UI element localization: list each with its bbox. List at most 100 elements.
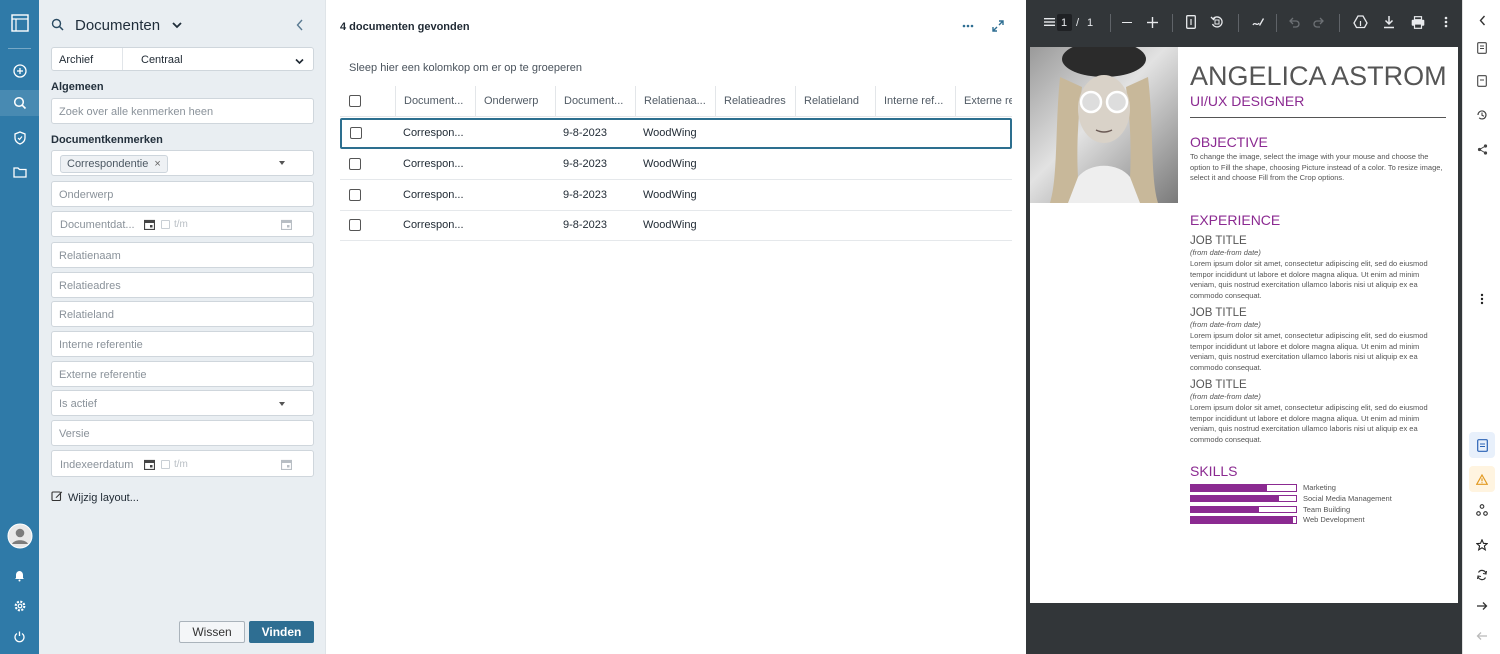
search-icon[interactable] bbox=[0, 90, 39, 116]
index-date-range[interactable]: Indexeerdatum t/m bbox=[51, 450, 314, 477]
column-header[interactable]: Document... bbox=[555, 86, 635, 117]
warning-icon[interactable] bbox=[1469, 466, 1495, 492]
job-description: Lorem ipsum dolor sit amet, consectetur … bbox=[1190, 331, 1428, 372]
skill-bar-fill bbox=[1191, 495, 1280, 502]
cell-document-type: Correspon... bbox=[403, 219, 464, 231]
more-vertical-icon[interactable] bbox=[1463, 286, 1500, 312]
range-checkbox[interactable] bbox=[161, 220, 170, 229]
column-header[interactable]: Interne ref... bbox=[875, 86, 955, 117]
search-icon bbox=[51, 18, 64, 34]
skill-label: Team Building bbox=[1303, 504, 1351, 514]
download-icon[interactable] bbox=[1383, 15, 1395, 32]
is-active-select[interactable]: Is actief bbox=[51, 390, 314, 416]
avatar[interactable] bbox=[0, 522, 39, 550]
arrow-right-icon[interactable] bbox=[1463, 593, 1500, 619]
column-header[interactable]: Document... bbox=[395, 86, 475, 117]
table-row[interactable]: Correspon... 9-8-2023 WoodWing bbox=[340, 118, 1012, 149]
row-checkbox[interactable] bbox=[350, 127, 362, 139]
calendar-icon[interactable] bbox=[280, 459, 293, 473]
folder-icon[interactable] bbox=[0, 159, 39, 185]
select-all-checkbox[interactable] bbox=[349, 95, 361, 107]
row-checkbox[interactable] bbox=[349, 189, 361, 201]
general-search-input[interactable]: Zoek over alle kenmerken heen bbox=[51, 98, 314, 124]
subject-input[interactable]: Onderwerp bbox=[51, 181, 314, 207]
chevron-left-icon[interactable] bbox=[1463, 7, 1500, 33]
panel-title[interactable]: Documenten bbox=[75, 17, 160, 34]
archive-select[interactable]: Archief Centraal bbox=[51, 47, 314, 71]
document-info-icon[interactable] bbox=[1469, 432, 1495, 458]
toolbar-divider bbox=[1110, 14, 1111, 32]
internal-reference-input[interactable]: Interne referentie bbox=[51, 331, 314, 357]
table-row[interactable]: Correspon... 9-8-2023 WoodWing bbox=[340, 180, 1012, 211]
until-label: t/m bbox=[174, 219, 188, 230]
zoom-out-icon[interactable] bbox=[1122, 22, 1132, 24]
workflow-icon[interactable] bbox=[1463, 497, 1500, 523]
edit-layout-link[interactable]: Wijzig layout... bbox=[51, 490, 139, 505]
clear-button[interactable]: Wissen bbox=[179, 621, 245, 643]
redo-icon[interactable] bbox=[1313, 16, 1325, 31]
range-checkbox[interactable] bbox=[161, 460, 170, 469]
profile-photo bbox=[1030, 47, 1178, 203]
column-header[interactable]: Relatieadres bbox=[715, 86, 795, 117]
column-header[interactable]: Relatieland bbox=[795, 86, 875, 117]
expand-icon[interactable] bbox=[992, 20, 1004, 35]
gear-icon[interactable] bbox=[0, 593, 39, 619]
more-options-icon[interactable] bbox=[962, 20, 974, 35]
chip-remove-icon[interactable]: × bbox=[154, 158, 160, 170]
caret-down-icon bbox=[279, 402, 285, 406]
cell-relation-name: WoodWing bbox=[643, 158, 697, 170]
undo-icon[interactable] bbox=[1288, 16, 1300, 31]
until-label: t/m bbox=[174, 459, 188, 470]
version-input[interactable]: Versie bbox=[51, 420, 314, 446]
star-icon[interactable] bbox=[1463, 532, 1500, 558]
table-row[interactable]: Correspon... 9-8-2023 WoodWing bbox=[340, 210, 1012, 241]
history-icon[interactable] bbox=[1463, 102, 1500, 128]
chevron-down-icon[interactable] bbox=[172, 20, 182, 32]
results-pane: 4 documenten gevonden Sleep hier een kol… bbox=[326, 0, 1026, 654]
profile-photo-illustration bbox=[1050, 47, 1158, 203]
relation-country-input[interactable]: Relatieland bbox=[51, 301, 314, 327]
notes-icon[interactable] bbox=[1463, 68, 1500, 94]
relation-name-input[interactable]: Relatienaam bbox=[51, 242, 314, 268]
power-icon[interactable] bbox=[0, 623, 39, 649]
document-icon[interactable] bbox=[1463, 35, 1500, 61]
column-header[interactable]: Externe re bbox=[955, 86, 1012, 117]
share-icon[interactable] bbox=[1463, 136, 1500, 162]
arrow-left-icon[interactable] bbox=[1463, 623, 1500, 649]
browser-side-panel bbox=[1462, 0, 1500, 654]
document-type-select[interactable]: Correspondentie × bbox=[51, 150, 314, 176]
draw-icon[interactable] bbox=[1251, 15, 1265, 32]
relation-address-input[interactable]: Relatieadres bbox=[51, 272, 314, 298]
add-icon[interactable] bbox=[0, 58, 39, 84]
calendar-icon[interactable] bbox=[143, 219, 156, 233]
toolbar-divider bbox=[1339, 14, 1340, 32]
row-checkbox[interactable] bbox=[349, 219, 361, 231]
collapse-panel-icon[interactable] bbox=[296, 19, 304, 34]
more-vertical-icon[interactable] bbox=[1444, 16, 1448, 31]
job-title: JOB TITLE bbox=[1190, 379, 1247, 391]
panel-header: Documenten bbox=[39, 0, 326, 48]
document-date-range[interactable]: Documentdat... t/m bbox=[51, 211, 314, 237]
fit-page-icon[interactable] bbox=[1186, 15, 1196, 32]
shield-icon[interactable] bbox=[0, 125, 39, 151]
table-row[interactable]: Correspon... 9-8-2023 WoodWing bbox=[340, 149, 1012, 180]
skill-bar-fill bbox=[1191, 517, 1293, 523]
menu-icon[interactable] bbox=[1044, 17, 1055, 30]
zoom-in-icon[interactable] bbox=[1147, 17, 1158, 31]
refresh-icon[interactable] bbox=[1463, 562, 1500, 588]
print-icon[interactable] bbox=[1411, 16, 1425, 32]
bell-icon[interactable] bbox=[0, 562, 39, 588]
drive-icon[interactable] bbox=[1353, 15, 1368, 32]
external-reference-input[interactable]: Externe referentie bbox=[51, 361, 314, 387]
rotate-icon[interactable] bbox=[1210, 15, 1224, 32]
find-button[interactable]: Vinden bbox=[249, 621, 314, 643]
calendar-icon[interactable] bbox=[143, 459, 156, 473]
column-header[interactable]: Relatienaa... bbox=[635, 86, 715, 117]
calendar-icon[interactable] bbox=[280, 219, 293, 233]
skills-heading: SKILLS bbox=[1190, 463, 1238, 479]
column-header[interactable]: Onderwerp bbox=[475, 86, 555, 117]
skill-row: Marketing bbox=[1190, 483, 1450, 493]
row-checkbox[interactable] bbox=[349, 158, 361, 170]
app-logo-icon[interactable] bbox=[0, 10, 39, 36]
app: Documenten Archief Centraal Algemeen Zoe… bbox=[0, 0, 1500, 654]
